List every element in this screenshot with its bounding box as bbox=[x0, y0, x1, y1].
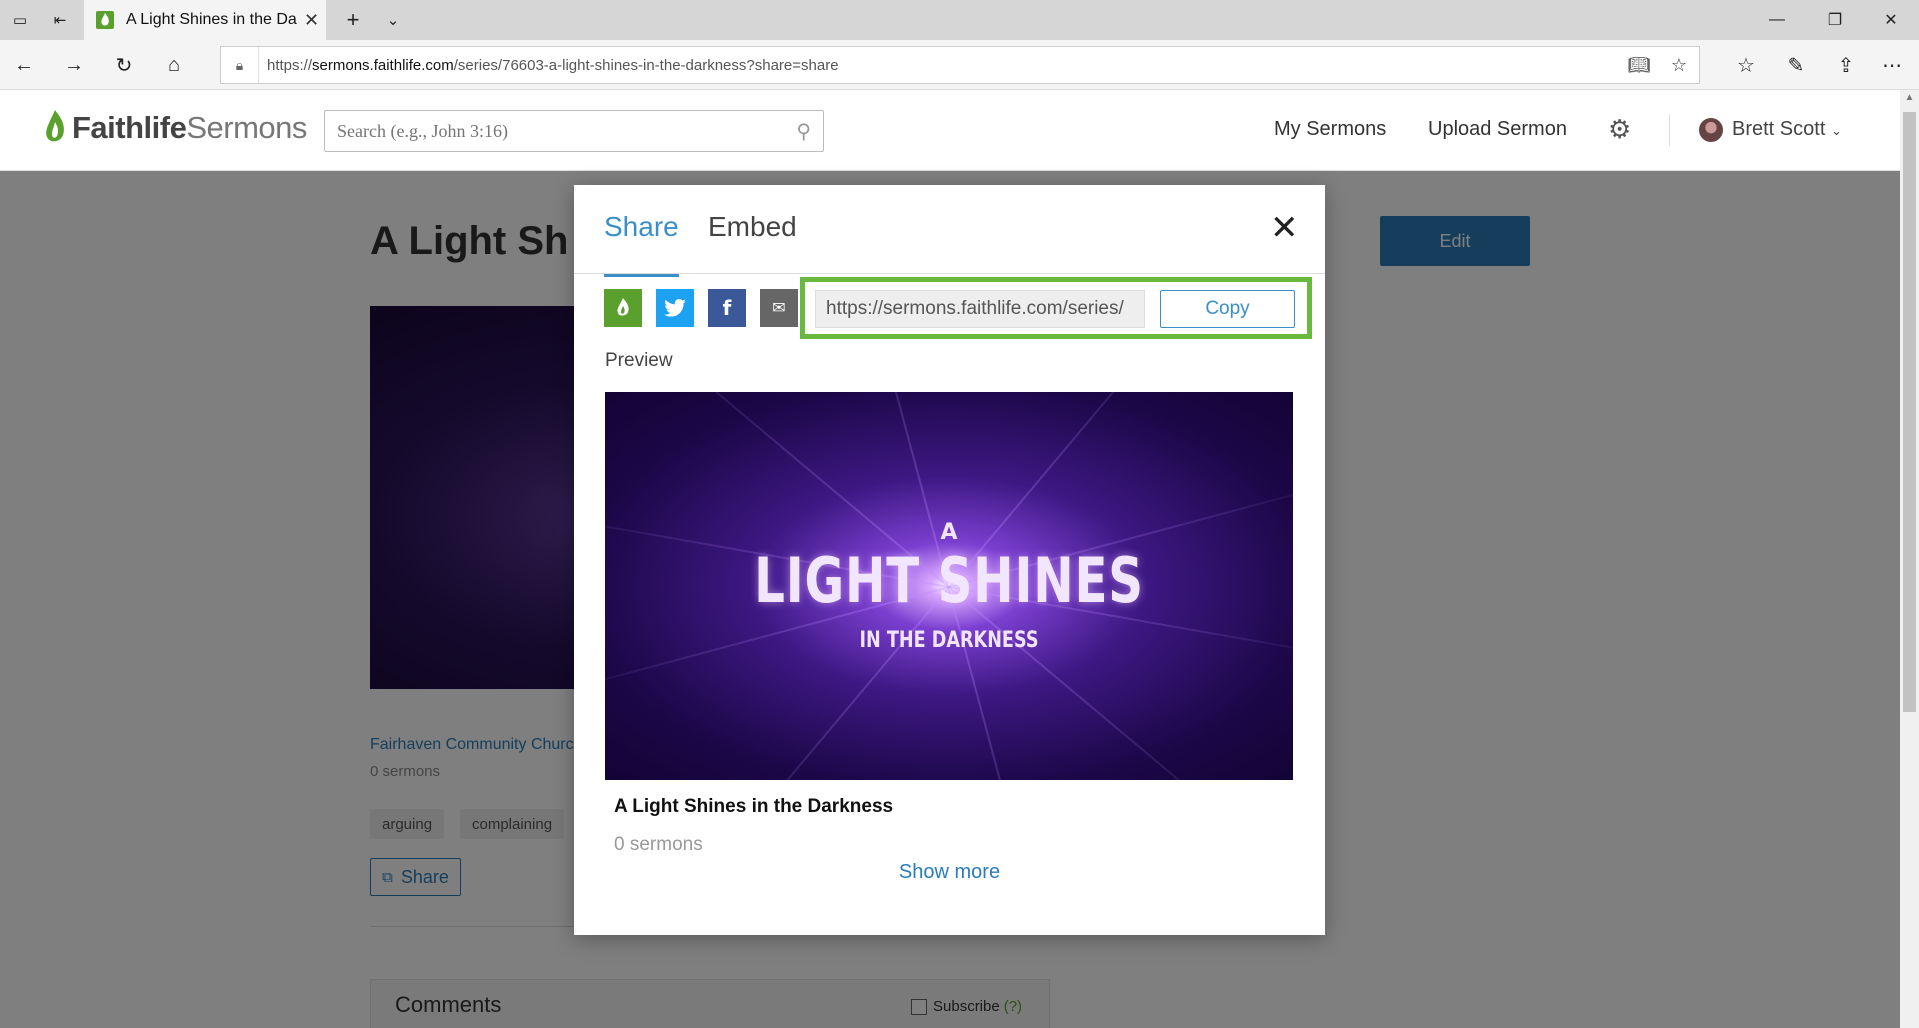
search-icon[interactable]: ⚲ bbox=[796, 119, 811, 144]
artwork-text-main: LIGHT SHINES bbox=[754, 544, 1144, 617]
envelope-icon: ✉ bbox=[772, 300, 786, 317]
faithlife-flame-icon bbox=[617, 298, 629, 316]
tab-close-icon[interactable]: ✕ bbox=[304, 10, 319, 31]
forward-arrow-icon[interactable]: → bbox=[54, 45, 94, 85]
tab-list-chevron-icon[interactable]: ⌄ bbox=[373, 0, 413, 40]
faithlife-sermons-logo[interactable]: Faithlife Sermons bbox=[44, 110, 307, 146]
set-tabs-aside-icon[interactable]: ⇤ bbox=[40, 0, 80, 40]
share-modal: Share Embed ✕ f ✉ https://sermons.faithl… bbox=[574, 185, 1325, 935]
browser-address-bar: ← → ↻ ⌂ 🔒︎ https://sermons.faithlife.com… bbox=[0, 40, 1919, 90]
new-tab-icon[interactable]: + bbox=[333, 0, 373, 40]
minimize-icon[interactable]: — bbox=[1748, 0, 1806, 40]
share-facebook-button[interactable]: f bbox=[708, 289, 746, 327]
preview-artwork: A LIGHT SHINES IN THE DARKNESS bbox=[605, 392, 1293, 780]
browser-tab-active[interactable]: A Light Shines in the Da ✕ bbox=[84, 0, 326, 40]
url-text: https://sermons.faithlife.com/series/766… bbox=[267, 56, 839, 74]
search-input[interactable] bbox=[337, 120, 797, 142]
search-box[interactable]: ⚲ bbox=[324, 110, 824, 152]
facebook-icon: f bbox=[722, 296, 732, 320]
page-scrollbar[interactable]: ▲ bbox=[1900, 90, 1919, 1028]
refresh-icon[interactable]: ↻ bbox=[104, 45, 144, 85]
window-close-icon[interactable]: ✕ bbox=[1862, 0, 1919, 40]
scroll-thumb[interactable] bbox=[1903, 112, 1916, 712]
scroll-up-icon[interactable]: ▲ bbox=[1900, 92, 1919, 103]
url-field[interactable]: 🔒︎ https://sermons.faithlife.com/series/… bbox=[220, 46, 1700, 84]
twitter-bird-icon bbox=[664, 299, 686, 317]
copy-button[interactable]: Copy bbox=[1160, 290, 1295, 328]
avatar[interactable] bbox=[1699, 118, 1723, 142]
pen-notes-icon[interactable]: ✎ bbox=[1776, 45, 1816, 85]
share-faithlife-button[interactable] bbox=[604, 289, 642, 327]
tab-embed[interactable]: Embed bbox=[708, 211, 797, 274]
faithlife-favicon-icon bbox=[96, 11, 114, 29]
browser-tab-bar: ▭ ⇤ A Light Shines in the Da ✕ + ⌄ — ❐ ✕ bbox=[0, 0, 1919, 40]
tab-title: A Light Shines in the Da bbox=[126, 11, 297, 28]
tab-actions-icon[interactable]: ▭ bbox=[0, 0, 40, 40]
home-icon[interactable]: ⌂ bbox=[154, 45, 194, 85]
more-menu-icon[interactable]: ⋯ bbox=[1872, 45, 1912, 85]
site-header: Faithlife Sermons ⚲ My Sermons Upload Se… bbox=[0, 90, 1900, 171]
tab-share[interactable]: Share bbox=[604, 211, 679, 277]
back-arrow-icon[interactable]: ← bbox=[4, 45, 44, 85]
favorites-list-icon[interactable]: ☆ bbox=[1726, 45, 1766, 85]
share-url-input[interactable]: https://sermons.faithlife.com/series/ bbox=[815, 290, 1145, 328]
chevron-down-icon: ⌄ bbox=[1830, 123, 1842, 138]
share-buttons: f ✉ bbox=[604, 289, 812, 327]
gear-icon[interactable]: ⚙ bbox=[1608, 114, 1631, 145]
preview-label: Preview bbox=[605, 350, 673, 371]
preview-sermon-count: 0 sermons bbox=[614, 834, 703, 855]
my-sermons-link[interactable]: My Sermons bbox=[1274, 118, 1386, 141]
preview-title: A Light Shines in the Darkness bbox=[614, 796, 894, 817]
artwork-text-a: A bbox=[940, 520, 958, 545]
faithlife-flame-icon bbox=[46, 110, 64, 142]
reading-view-icon[interactable]: 📖︎ bbox=[1619, 55, 1659, 76]
close-icon[interactable]: ✕ bbox=[1270, 211, 1299, 245]
show-more-link[interactable]: Show more bbox=[574, 861, 1325, 884]
restore-icon[interactable]: ❐ bbox=[1806, 0, 1864, 40]
upload-sermon-link[interactable]: Upload Sermon bbox=[1428, 118, 1567, 141]
share-twitter-button[interactable] bbox=[656, 289, 694, 327]
artwork-text-sub: IN THE DARKNESS bbox=[859, 628, 1039, 653]
lock-icon[interactable]: 🔒︎ bbox=[221, 47, 259, 83]
user-menu[interactable]: Brett Scott ⌄ bbox=[1732, 118, 1842, 141]
modal-tabs: Share Embed ✕ bbox=[574, 185, 1325, 277]
favorite-star-icon[interactable]: ☆ bbox=[1659, 55, 1699, 76]
header-divider bbox=[1669, 114, 1670, 146]
share-email-button[interactable]: ✉ bbox=[760, 289, 798, 327]
share-browser-icon[interactable]: ⇪ bbox=[1826, 45, 1866, 85]
